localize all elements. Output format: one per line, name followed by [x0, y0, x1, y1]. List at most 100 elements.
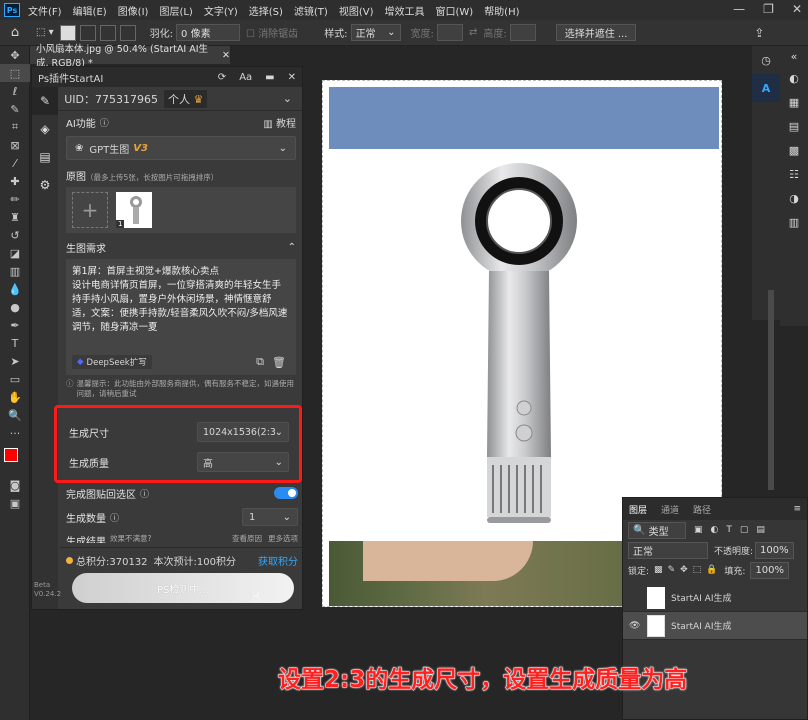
color-swatches[interactable] [0, 442, 29, 476]
gradient-tool-icon[interactable]: ▥ [0, 262, 30, 280]
path-select-tool-icon[interactable]: ➤ [0, 352, 30, 370]
ai-edit-icon[interactable]: ✎ [32, 87, 58, 115]
fill-input[interactable]: 100% [750, 561, 790, 579]
antialias-checkbox[interactable]: ☐ 消除锯齿 [246, 25, 298, 40]
menu-image[interactable]: 图像(I) [118, 3, 149, 18]
filter-pixel-icon[interactable]: ▣ [694, 525, 703, 535]
intersect-selection-icon[interactable] [119, 24, 136, 41]
deepseek-expand-button[interactable]: ◆ DeepSeek扩写 [72, 355, 152, 369]
menu-edit[interactable]: 编辑(E) [73, 3, 107, 18]
menu-file[interactable]: 文件(F) [28, 3, 62, 18]
menu-select[interactable]: 选择(S) [249, 3, 283, 18]
healing-brush-icon[interactable]: ✚ [0, 172, 30, 190]
blend-mode-select[interactable]: 正常 [628, 541, 708, 559]
requirements-header[interactable]: 生图需求 ⌃ [60, 238, 302, 256]
hand-tool-icon[interactable]: ✋ [0, 388, 30, 406]
width-input[interactable] [436, 24, 463, 41]
uploaded-thumbnail[interactable]: 1 [116, 192, 152, 228]
layers-stack-icon[interactable]: ◈ [32, 115, 58, 143]
document-icon[interactable]: ▤ [32, 143, 58, 171]
menu-type[interactable]: 文字(Y) [204, 3, 238, 18]
subtract-selection-icon[interactable] [99, 24, 116, 41]
minimize-icon[interactable]: — [733, 2, 745, 16]
count-select[interactable]: 1 ⌄ [242, 508, 298, 526]
frame-tool-icon[interactable]: ⊠ [0, 136, 30, 154]
menu-layer[interactable]: 图层(L) [159, 3, 192, 18]
shape-tool-icon[interactable]: ▭ [0, 370, 30, 388]
swatches-icon[interactable]: ▦ [780, 90, 808, 114]
copy-icon[interactable]: ⧉ [256, 355, 264, 369]
eye-icon[interactable]: 👁 [629, 621, 641, 631]
settings-gear-icon[interactable]: ⚙ [32, 171, 58, 199]
adjustments-icon[interactable]: ◑ [780, 186, 808, 210]
scrollbar[interactable] [768, 290, 774, 490]
expand-user-chevron-icon[interactable]: ⌄ [283, 92, 292, 105]
layer-row[interactable]: StartAI AI生成 [623, 584, 807, 612]
gradients-icon[interactable]: ▤ [780, 114, 808, 138]
libraries-icon[interactable]: ▥ [780, 210, 808, 234]
minimize-panel-icon[interactable]: ▬ [265, 72, 274, 83]
properties-icon[interactable]: ☷ [780, 162, 808, 186]
color-panel-icon[interactable]: ◐ [780, 66, 808, 90]
tab-layers[interactable]: 图层 [629, 503, 647, 516]
style-select[interactable]: 正常 ⌄ [350, 24, 401, 41]
screen-mode-icon[interactable]: ▣ [0, 494, 30, 512]
type-tool-icon[interactable]: T [0, 334, 30, 352]
home-icon[interactable]: ⌂ [0, 25, 30, 40]
patterns-icon[interactable]: ▩ [780, 138, 808, 162]
lock-paint-icon[interactable]: ✎ [668, 565, 676, 575]
layer-kind-select[interactable]: 🔍 类型 [628, 521, 686, 539]
layer-row-selected[interactable]: 👁 StartAI AI生成 [623, 612, 807, 640]
tutorial-link[interactable]: ▥ 教程 [263, 115, 296, 130]
add-selection-icon[interactable] [79, 24, 96, 41]
font-size-icon[interactable]: Aa [239, 72, 252, 83]
eraser-tool-icon[interactable]: ◪ [0, 244, 30, 262]
zoom-tool-icon[interactable]: 🔍 [0, 406, 30, 424]
get-points-link[interactable]: 获取积分 [258, 553, 298, 568]
startai-plugin-icon[interactable]: A [752, 74, 780, 102]
photoshop-logo-icon[interactable]: Ps [4, 3, 20, 17]
result-hint[interactable]: 效果不满意? [110, 533, 151, 543]
model-select[interactable]: ❀ GPT生图 V3 ⌄ [66, 136, 296, 160]
filter-type-icon[interactable]: T [726, 525, 732, 535]
eyedropper-tool-icon[interactable]: ⁄ [0, 154, 30, 172]
tab-channels[interactable]: 通道 [661, 503, 679, 516]
history-icon[interactable]: ◷ [752, 46, 780, 74]
filter-adjust-icon[interactable]: ◐ [711, 525, 719, 535]
foreground-color-swatch[interactable] [4, 448, 18, 462]
close-panel-icon[interactable]: ✕ [288, 72, 296, 83]
lock-transparent-icon[interactable]: ▩ [654, 565, 663, 575]
info-icon[interactable]: ⓘ [110, 511, 119, 524]
brush-tool-icon[interactable]: ✏ [0, 190, 30, 208]
paste-back-toggle[interactable] [274, 487, 298, 499]
move-tool-icon[interactable]: ✥ [0, 46, 30, 64]
history-brush-icon[interactable]: ↺ [0, 226, 30, 244]
stamp-tool-icon[interactable]: ♜ [0, 208, 30, 226]
trash-icon[interactable]: 🗑 [272, 356, 286, 369]
quick-select-tool-icon[interactable]: ✎ [0, 100, 30, 118]
crop-tool-icon[interactable]: ⌗ [0, 118, 30, 136]
blur-tool-icon[interactable]: 💧 [0, 280, 30, 298]
panel-menu-icon[interactable]: ≡ [793, 504, 801, 514]
close-tab-icon[interactable]: ✕ [222, 50, 230, 61]
opacity-input[interactable]: 100% [755, 541, 794, 559]
document-tab[interactable]: 小风扇本体.jpg @ 50.4% (StartAI AI生成, RGB/8) … [30, 44, 230, 69]
more-options-link[interactable]: 更多选项 [268, 533, 298, 543]
ps-detect-button[interactable]: PS检测中... [72, 573, 294, 603]
quick-mask-icon[interactable]: ◙ [0, 476, 30, 494]
menu-filter[interactable]: 滤镜(T) [294, 3, 328, 18]
lock-move-icon[interactable]: ✥ [680, 565, 688, 575]
menu-view[interactable]: 视图(V) [339, 3, 374, 18]
feather-input[interactable]: 0 像素 [176, 24, 241, 41]
menu-help[interactable]: 帮助(H) [484, 3, 519, 18]
share-icon[interactable]: ⇪ [754, 26, 764, 40]
pen-tool-icon[interactable]: ✒ [0, 316, 30, 334]
height-input[interactable] [509, 24, 536, 41]
filter-smart-icon[interactable]: ▤ [756, 525, 765, 535]
prompt-box[interactable]: 第1屏：首屏主视觉+爆款核心卖点 设计电商详情页首屏，一位穿搭清爽的年轻女生手持… [66, 259, 296, 375]
view-reason-link[interactable]: 查看原因 [232, 533, 262, 543]
lock-all-icon[interactable]: 🔒 [706, 565, 717, 575]
rect-marquee-tool-icon[interactable]: ⬚ [0, 64, 30, 82]
swap-icon[interactable]: ⇄ [469, 27, 477, 38]
select-and-mask-button[interactable]: 选择并遮住 ... [555, 24, 637, 41]
